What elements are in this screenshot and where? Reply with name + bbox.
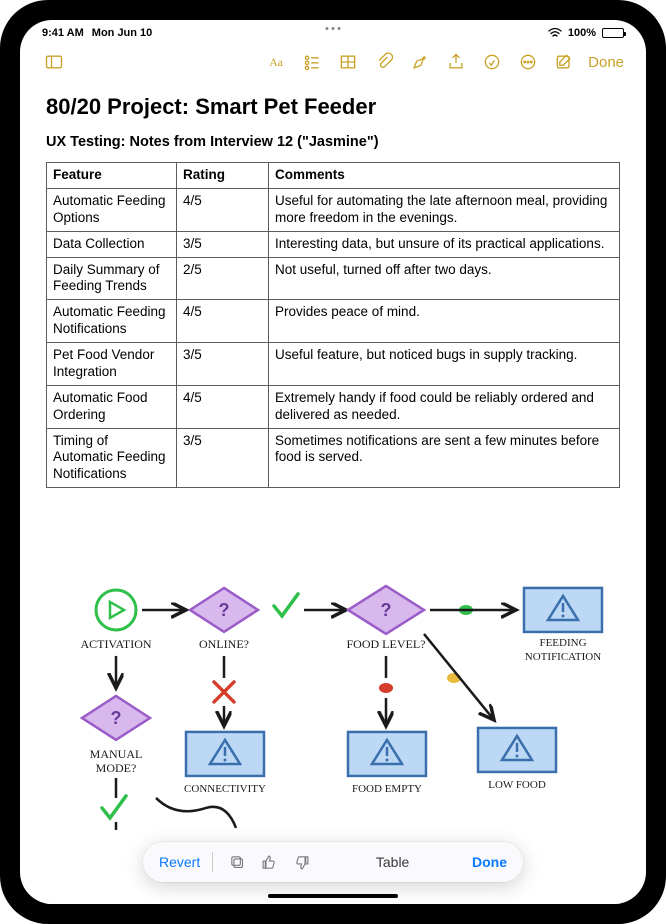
svg-text:FEEDING: FEEDING — [539, 637, 586, 649]
svg-text:?: ? — [219, 600, 230, 620]
th-comments: Comments — [269, 163, 620, 189]
svg-text:FOOD EMPTY: FOOD EMPTY — [352, 783, 422, 795]
more-button[interactable] — [512, 46, 544, 78]
home-indicator[interactable] — [268, 894, 398, 898]
multitask-dots[interactable] — [326, 27, 341, 30]
svg-text:CONNECTIVITY: CONNECTIVITY — [184, 783, 266, 795]
table-header-row: Feature Rating Comments — [47, 163, 620, 189]
done-button[interactable]: Done — [584, 54, 628, 71]
svg-text:FOOD LEVEL?: FOOD LEVEL? — [347, 637, 426, 651]
sparkle-button[interactable] — [404, 46, 436, 78]
svg-text:?: ? — [111, 708, 122, 728]
table-row[interactable]: Daily Summary of Feeding Trends2/5Not us… — [47, 257, 620, 300]
svg-text:ACTIVATION: ACTIVATION — [80, 637, 151, 651]
wifi-icon — [548, 28, 562, 38]
table-row[interactable]: Data Collection3/5Interesting data, but … — [47, 231, 620, 257]
svg-text:NOTIFICATION: NOTIFICATION — [525, 651, 601, 663]
compose-button[interactable] — [548, 46, 580, 78]
table-row[interactable]: Automatic Feeding Options4/5Useful for a… — [47, 188, 620, 231]
attachment-button[interactable] — [368, 46, 400, 78]
svg-text:MODE?: MODE? — [96, 761, 137, 775]
popup-done-button[interactable]: Done — [472, 854, 507, 870]
screen: 9:41 AM Mon Jun 10 100% Aa — [20, 20, 646, 904]
svg-text:ONLINE?: ONLINE? — [199, 637, 249, 651]
thumbs-up-icon[interactable] — [257, 850, 281, 874]
markup-button[interactable] — [476, 46, 508, 78]
table-edit-popup: Revert Table Done — [143, 842, 523, 882]
note-content[interactable]: 80/20 Project: Smart Pet Feeder UX Testi… — [20, 82, 646, 904]
table-row[interactable]: Pet Food Vendor Integration3/5Useful fea… — [47, 343, 620, 386]
th-rating: Rating — [177, 163, 269, 189]
text-format-button[interactable]: Aa — [260, 46, 292, 78]
checklist-button[interactable] — [296, 46, 328, 78]
sidebar-toggle-button[interactable] — [38, 46, 70, 78]
svg-text:MANUAL: MANUAL — [90, 747, 143, 761]
note-subtitle[interactable]: UX Testing: Notes from Interview 12 ("Ja… — [46, 134, 620, 150]
thumbs-down-icon[interactable] — [289, 850, 313, 874]
table-row[interactable]: Timing of Automatic Feeding Notification… — [47, 428, 620, 488]
status-date: Mon Jun 10 — [92, 27, 153, 39]
status-bar: 9:41 AM Mon Jun 10 100% — [20, 20, 646, 42]
status-time: 9:41 AM — [42, 27, 84, 39]
table-row[interactable]: Automatic Feeding Notifications4/5Provid… — [47, 300, 620, 343]
battery-percent: 100% — [568, 27, 596, 39]
share-button[interactable] — [440, 46, 472, 78]
battery-icon — [602, 28, 624, 38]
divider — [212, 852, 213, 872]
toolbar: Aa — [20, 42, 646, 82]
popup-label: Table — [321, 854, 464, 870]
revert-button[interactable]: Revert — [159, 854, 200, 870]
table-button[interactable] — [332, 46, 364, 78]
ipad-frame: 9:41 AM Mon Jun 10 100% Aa — [0, 0, 666, 924]
note-title[interactable]: 80/20 Project: Smart Pet Feeder — [46, 94, 620, 120]
feedback-table[interactable]: Feature Rating Comments Automatic Feedin… — [46, 162, 620, 488]
svg-text:Aa: Aa — [269, 56, 283, 69]
svg-text:?: ? — [381, 600, 392, 620]
th-feature: Feature — [47, 163, 177, 189]
copy-icon[interactable] — [225, 850, 249, 874]
table-row[interactable]: Automatic Food Ordering4/5Extremely hand… — [47, 385, 620, 428]
svg-text:LOW FOOD: LOW FOOD — [488, 779, 546, 791]
